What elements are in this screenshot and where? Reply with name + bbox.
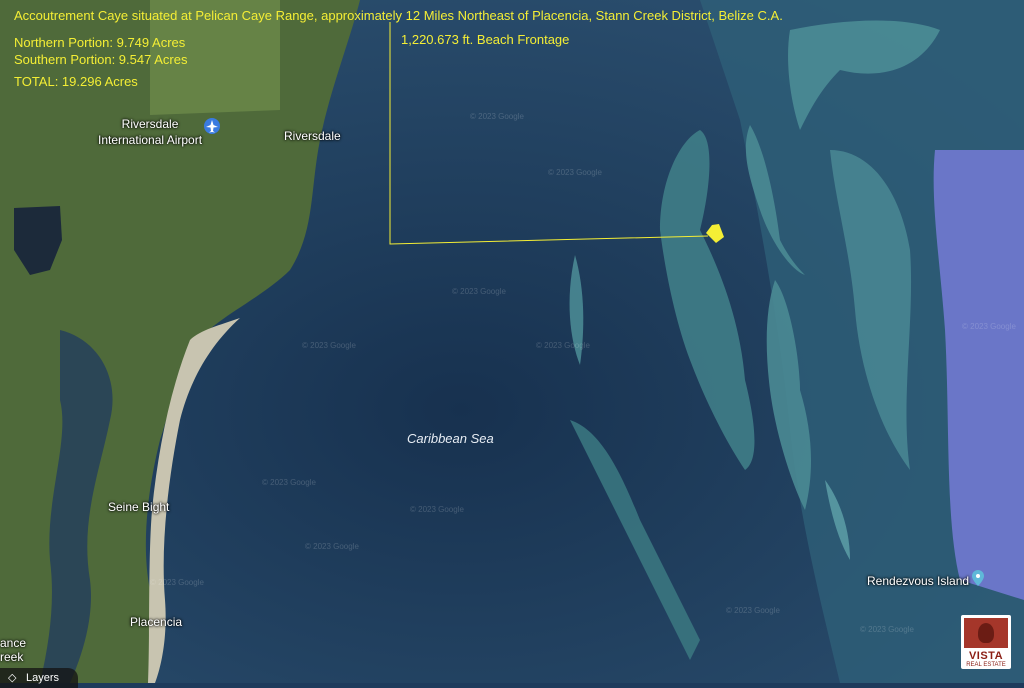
watermark: © 2023 Google xyxy=(726,606,780,615)
label-riversdale[interactable]: Riversdale xyxy=(284,129,341,143)
watermark: © 2023 Google xyxy=(470,112,524,121)
vista-logo: VISTA REAL ESTATE xyxy=(961,615,1011,669)
label-edge-top: ance xyxy=(0,636,27,650)
label-edge-bottom: reek xyxy=(0,650,24,664)
map-title: Accoutrement Caye situated at Pelican Ca… xyxy=(14,8,783,23)
layers-icon: ◇ xyxy=(8,672,17,684)
label-seine-bight[interactable]: Seine Bight xyxy=(108,500,169,514)
northern-portion: Northern Portion: 9.749 Acres xyxy=(14,35,186,50)
label-rendezvous-island[interactable]: Rendezvous Island xyxy=(867,574,969,588)
total-acres: TOTAL: 19.296 Acres xyxy=(14,74,138,89)
watermark: © 2023 Google xyxy=(860,625,914,634)
logo-name: VISTA xyxy=(968,650,1004,662)
beach-frontage: 1,220.673 ft. Beach Frontage xyxy=(401,32,570,47)
watermark: © 2023 Google xyxy=(536,341,590,350)
airport-pin-icon[interactable] xyxy=(204,118,220,134)
layers-button[interactable]: ◇ Layers xyxy=(0,668,78,688)
watermark: © 2023 Google xyxy=(262,478,316,487)
label-riversdale-airport[interactable]: Riversdale International Airport xyxy=(98,116,202,148)
watermark: © 2023 Google xyxy=(410,505,464,514)
label-placencia[interactable]: Placencia xyxy=(130,615,182,629)
watermark: © 2023 Google xyxy=(962,322,1016,331)
layers-label: Layers xyxy=(26,672,60,684)
watermark: © 2023 Google xyxy=(305,542,359,551)
label-caribbean-sea: Caribbean Sea xyxy=(407,431,494,446)
watermark: © 2023 Google xyxy=(150,578,204,587)
watermark: © 2023 Google xyxy=(302,341,356,350)
southern-portion: Southern Portion: 9.547 Acres xyxy=(14,52,188,67)
watermark: © 2023 Google xyxy=(452,287,506,296)
watermark: © 2023 Google xyxy=(548,168,602,177)
logo-tagline: REAL ESTATE xyxy=(966,662,1006,668)
